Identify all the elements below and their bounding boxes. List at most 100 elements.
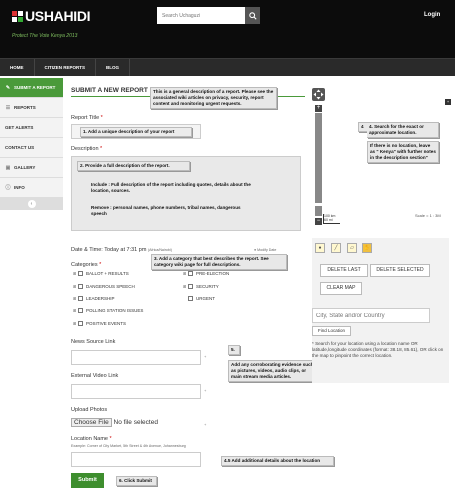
annotation-2-include: Include : Full description of the report… [89,181,259,195]
draw-line-icon[interactable]: ╱ [331,243,341,253]
annotation-2: 2. Provide a full description of the rep… [77,161,190,171]
categories-label: Categories * [71,262,102,268]
upload-photos-label: Upload Photos [71,407,108,413]
logo-icon [12,10,23,22]
annotation-3: 3. Add a category that best describes th… [151,254,287,270]
login-link[interactable]: Login [424,12,440,18]
add-video-link-icon[interactable]: + [204,388,206,393]
logo-text: USHAHIDI [25,8,91,24]
sidebar: ✎ SUBMIT A REPORT ☰ REPORTS GET ALERTS C… [0,78,63,210]
info-icon: ⓘ [5,185,11,191]
nav-blog[interactable]: BLOG [96,59,131,76]
zoom-out-button[interactable]: − [315,218,322,225]
category-ballot-results[interactable]: ⊞ BALLOT + RESULTS [73,271,129,276]
category-checkbox[interactable] [78,321,83,326]
sidebar-item-label: GET ALERTS [5,125,34,130]
delete-last-button[interactable]: DELETE LAST [320,264,368,277]
sidebar-item-label: CONTACT US [5,145,35,150]
annotation-intro: This is a general description of a repor… [150,87,277,109]
image-icon: ▣ [5,164,11,171]
video-link-input[interactable] [71,384,201,399]
annotation-5: Add any corroborating evidence such as p… [228,360,321,382]
category-pre-election[interactable]: ⊞ PRE-ELECTION [183,271,229,276]
location-search-input[interactable] [312,308,430,323]
search-bar [157,7,260,24]
video-link-label: External Video Link [71,373,119,379]
annotation-2-remove: Remove : personal names, phone numbers, … [89,204,259,218]
clear-map-button[interactable]: CLEAR MAP [320,282,362,295]
search-button[interactable] [245,7,260,24]
pan-hand-icon[interactable]: ✋ [362,243,372,253]
sidebar-item-label: INFO [14,185,25,190]
category-checkbox[interactable] [78,271,83,276]
sidebar-item-info[interactable]: ⓘ INFO [0,178,63,198]
sidebar-item-submit-report[interactable]: ✎ SUBMIT A REPORT [0,78,63,98]
category-checkbox[interactable] [78,284,83,289]
description-label: Description * [71,146,103,152]
news-source-label: News Source Link [71,339,116,345]
category-checkbox[interactable] [78,308,83,313]
category-checkbox[interactable] [188,271,193,276]
category-checkbox[interactable] [188,296,193,301]
pan-arrows-icon [313,89,324,100]
category-dangerous-speech[interactable]: ⊞ DANGEROUS SPEECH [73,284,135,289]
sidebar-item-contact-us[interactable]: CONTACT US [0,138,63,158]
page-title: SUBMIT A NEW REPORT [71,87,148,94]
delete-selected-button[interactable]: DELETE SELECTED [370,264,430,277]
list-icon: ☰ [5,104,11,111]
annotation-6: 6. Click Submit [116,476,157,486]
zoom-slider-handle[interactable] [315,203,322,206]
draw-point-icon[interactable]: ● [315,243,325,253]
sidebar-item-label: GALLERY [14,165,36,170]
zoom-slider[interactable] [315,113,322,216]
main-nav: HOME CITIZEN REPORTS BLOG [0,58,455,76]
map-scale-bar: 100 km 60 mi [323,214,340,224]
location-name-hint: Example: Corner of City Market, 5th Stre… [71,444,186,448]
chevron-left-icon: ‹ [27,200,36,208]
location-name-label: Location Name * [71,436,112,442]
add-news-link-icon[interactable]: + [204,354,206,359]
site-logo[interactable]: USHAHIDI [12,8,91,24]
annotation-4-b: If there is no location, leave as " Keny… [367,141,439,163]
location-name-input[interactable] [71,452,201,467]
sidebar-item-gallery[interactable]: ▣ GALLERY [0,158,63,178]
nav-home[interactable]: HOME [0,59,35,76]
scale-mi: 60 mi [324,218,333,222]
choose-file-button[interactable]: Choose File [71,418,112,427]
sidebar-item-get-alerts[interactable]: GET ALERTS [0,118,63,138]
sidebar-collapse-button[interactable]: ‹ [0,198,63,210]
submit-button[interactable]: Submit [71,473,104,488]
top-header: USHAHIDI Protect The Vote Kenya 2013 Log… [0,0,455,58]
datetime-label: Date & Time: Today at 7:31 pm (Africa/Na… [71,247,172,253]
category-security[interactable]: ⊞ SECURITY [183,284,219,289]
category-checkbox[interactable] [78,296,83,301]
pencil-icon: ✎ [5,84,11,91]
zoom-in-button[interactable]: + [315,105,322,112]
sidebar-item-reports[interactable]: ☰ REPORTS [0,98,63,118]
category-positive-events[interactable]: ⊞ POSITIVE EVENTS [73,321,126,326]
file-picker: Choose File No file selected [71,418,158,427]
sidebar-item-label: REPORTS [14,105,36,110]
annotation-4-5: 4.5 Add additional details about the loc… [221,456,334,466]
map-layers-button[interactable]: + [445,99,451,105]
location-help-text: * Search for your location using a locat… [312,341,444,358]
map-pan-control[interactable] [312,88,325,101]
news-source-input[interactable] [71,350,201,365]
category-leadership[interactable]: ⊞ LEADERSHIP [73,296,115,301]
search-icon [248,11,257,20]
category-urgent[interactable]: URGENT [183,296,215,301]
annotation-5-number: 5. [228,345,240,355]
map-scale-label: Scale = 1 : 3M [415,213,441,218]
category-checkbox[interactable] [188,284,193,289]
category-polling-station-issues[interactable]: ⊞ POLLING STATION ISSUES [73,308,143,313]
annotation-4: 4. Search for the exact or approximate l… [367,122,439,138]
nav-citizen-reports[interactable]: CITIZEN REPORTS [35,59,97,76]
annotation-1: 1. Add a unique description of your repo… [80,127,192,137]
search-input[interactable] [157,7,245,24]
no-file-text: No file selected [113,419,158,426]
report-title-label: Report Title * [71,115,103,121]
find-location-button[interactable]: Find Location [312,326,351,336]
draw-polygon-icon[interactable]: ▱ [347,243,357,253]
add-photo-icon[interactable]: + [204,422,206,427]
modify-date-link[interactable]: ● Modify Date [254,248,276,252]
